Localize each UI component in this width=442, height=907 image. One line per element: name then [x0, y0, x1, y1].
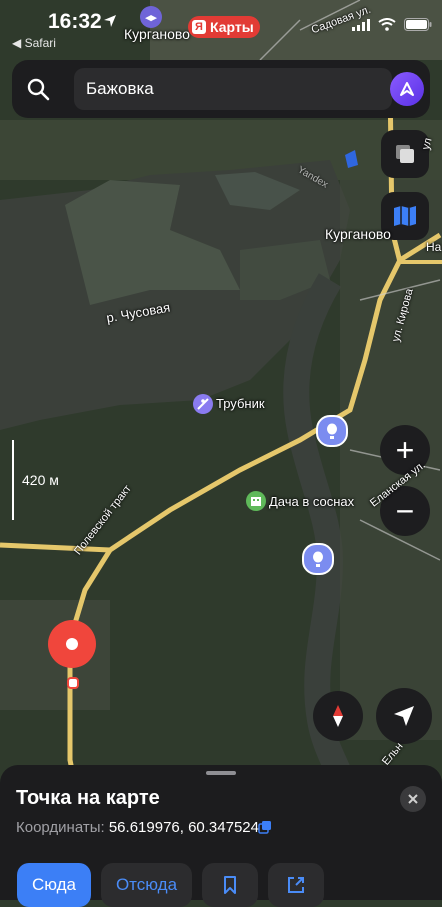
sheet-drag-handle[interactable]: [206, 771, 236, 775]
map-label-trubnik[interactable]: Трубник: [216, 396, 265, 411]
coordinates-value[interactable]: 56.619976, 60.347524: [109, 819, 259, 836]
share-button[interactable]: [268, 863, 324, 907]
route-from-button[interactable]: Отсюда: [101, 863, 192, 907]
alice-voice-button[interactable]: [390, 72, 424, 106]
minus-icon: −: [395, 493, 415, 529]
building-icon: [251, 497, 261, 506]
route-to-label: Сюда: [31, 875, 77, 894]
plus-icon: +: [395, 432, 415, 468]
compass-button[interactable]: [313, 691, 363, 741]
poi-trubnik[interactable]: [193, 394, 213, 414]
yandex-logo-icon: Я: [192, 20, 206, 34]
coordinates-row: Координаты: 56.619976, 60.347524: [16, 819, 259, 836]
poi-balloon-1[interactable]: [316, 415, 348, 447]
poi-balloon-2[interactable]: [302, 543, 334, 575]
status-icons: [352, 18, 432, 31]
bookmark-icon: [224, 876, 236, 894]
compass-icon: [333, 705, 343, 727]
copy-icon[interactable]: [258, 820, 272, 834]
scale-label: 420 м: [22, 472, 59, 488]
back-to-safari[interactable]: ◀ Safari: [12, 36, 56, 50]
yandex-maps-badge: Я Карты: [188, 16, 260, 38]
yandex-maps-label: Карты: [210, 19, 254, 35]
share-icon: [288, 877, 304, 893]
search-icon[interactable]: [26, 77, 50, 101]
route-to-button[interactable]: Сюда: [17, 863, 91, 907]
layers-icon: [396, 145, 414, 163]
dropped-pin[interactable]: [48, 620, 96, 668]
battery-icon: [404, 18, 432, 31]
balloon-icon: [327, 423, 337, 439]
balloon-icon: [313, 551, 323, 567]
wifi-icon: [378, 18, 396, 31]
map-label-dacha[interactable]: Дача в соснах: [269, 494, 354, 509]
map-book-icon: [394, 206, 416, 226]
coordinates-label: Координаты:: [16, 819, 105, 836]
search-bar: [12, 60, 430, 118]
navigation-arrow-icon: [394, 706, 414, 726]
map-label-kurganovo-top: Курганово: [124, 26, 190, 42]
sheet-title: Точка на карте: [16, 787, 160, 809]
status-time: 16:32: [48, 10, 102, 33]
route-activity-icon: ◂▸: [140, 6, 162, 28]
place-card-sheet: Точка на карте Координаты: 56.619976, 60…: [0, 765, 442, 907]
scale-bar: [12, 440, 18, 520]
pin-dot-icon: [66, 638, 78, 650]
close-icon: [408, 794, 418, 804]
pin-anchor: [67, 677, 79, 689]
search-input[interactable]: [74, 68, 392, 110]
poi-dacha[interactable]: [246, 491, 266, 511]
kayak-icon: [197, 398, 209, 410]
map-label-kurganovo: Курганово: [325, 226, 391, 242]
my-location-button[interactable]: [376, 688, 432, 744]
close-button[interactable]: [400, 786, 426, 812]
route-from-label: Отсюда: [115, 875, 178, 894]
dynamic-island-activity: ◂▸: [140, 6, 162, 28]
alice-icon: [400, 82, 414, 96]
location-arrow-icon: [104, 15, 116, 27]
bookmark-button[interactable]: [202, 863, 258, 907]
map-label-right-edge: На: [426, 240, 442, 254]
